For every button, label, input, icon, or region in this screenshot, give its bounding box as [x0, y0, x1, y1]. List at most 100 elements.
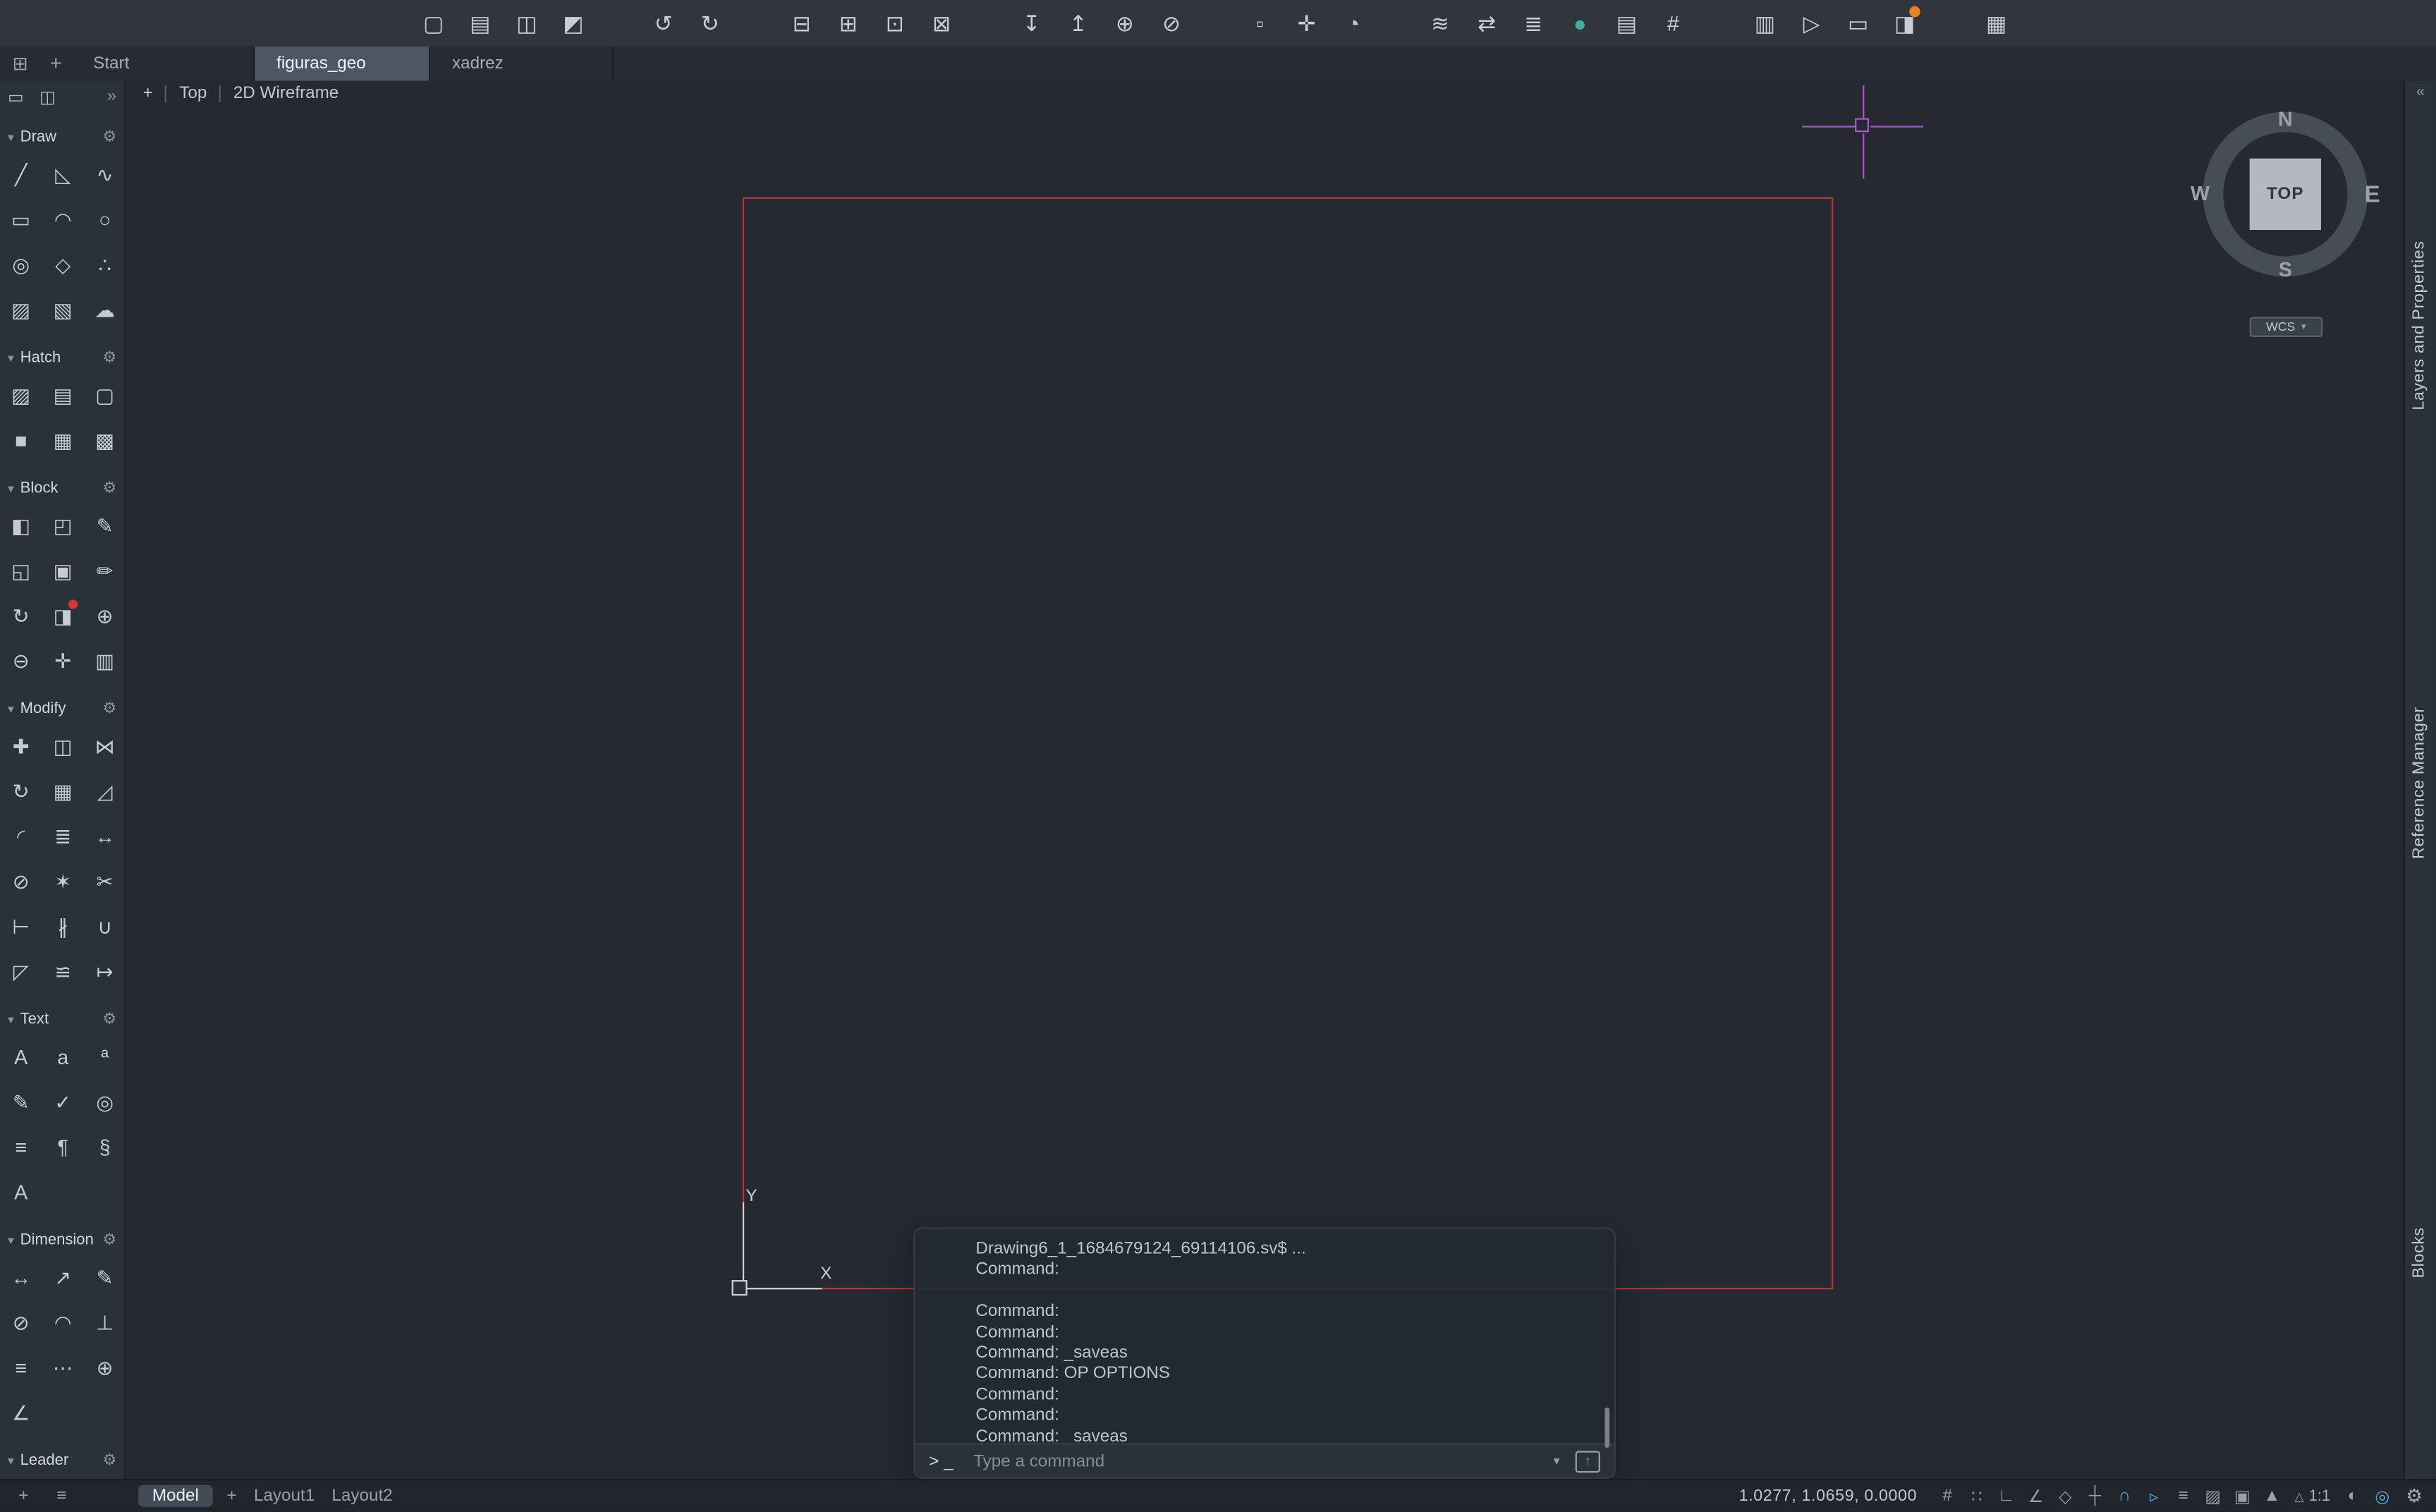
ortho-mode-icon[interactable]: ∟ [1992, 1487, 2021, 1505]
polygon-tool[interactable]: ◇ [42, 243, 83, 288]
circle-tool[interactable]: ○ [84, 197, 126, 243]
viewcube-west-label[interactable]: W [2191, 182, 2210, 205]
drawing-tab-figuras_geo[interactable]: figuras_geo [255, 47, 430, 80]
customization-gear-icon[interactable]: ⚙ [2397, 1485, 2431, 1507]
drawing-tab-Start[interactable]: Start [71, 47, 255, 80]
sync-attributes-tool[interactable]: ↻ [0, 593, 42, 638]
orbit-icon[interactable]: ◔ [1336, 0, 1370, 47]
annotation-visibility-icon[interactable]: ▲ [2258, 1487, 2287, 1505]
erase-tool[interactable]: ⊘ [0, 859, 42, 904]
write-block-tool[interactable]: ◱ [0, 549, 42, 594]
view-control[interactable]: Top [179, 84, 207, 102]
rotate-tool[interactable]: ↻ [0, 769, 42, 814]
section-gear-icon[interactable]: ⚙ [102, 1011, 116, 1028]
copy-properties-icon[interactable]: ⇄ [1470, 0, 1504, 47]
notifications-icon[interactable]: ◨ [1887, 0, 1921, 47]
block-editor-tool[interactable]: ✎ [84, 504, 126, 549]
gradient-tool[interactable]: ▧ [42, 288, 83, 333]
add-layout-button[interactable]: + [227, 1487, 237, 1505]
reference-palette-icon[interactable]: ▥ [1748, 0, 1782, 47]
dynamic-input-icon[interactable]: ▹ [2139, 1486, 2169, 1506]
solid-fill-tool[interactable]: ■ [0, 418, 42, 463]
linear-dimension-tool[interactable]: ↔ [0, 1255, 42, 1300]
save-as-icon[interactable]: ◩ [556, 0, 590, 47]
paragraph-tool[interactable]: ¶ [42, 1125, 83, 1170]
section-gear-icon[interactable]: ⚙ [102, 1452, 116, 1469]
viewcube-top-face[interactable]: TOP [2250, 159, 2321, 230]
viewcube-east-label[interactable]: E [2365, 182, 2380, 208]
command-line-palette[interactable]: Drawing6_1_1684679124_69114106.sv$ ...Co… [913, 1227, 1616, 1479]
mirror-tool[interactable]: ⋈ [84, 724, 126, 769]
section-header-draw[interactable]: ▾Draw⚙ [0, 121, 124, 152]
layout1-tab[interactable]: Layout1 [254, 1487, 315, 1505]
section-header-leader[interactable]: ▾Leader⚙ [0, 1445, 124, 1476]
new-drawing-tab-button[interactable]: + [40, 47, 71, 80]
object-snap-tracking-icon[interactable]: ┼ [2080, 1487, 2109, 1505]
hatch-boundary-tool[interactable]: ▢ [84, 373, 126, 418]
tab-reference-manager[interactable]: Reference Manager [2410, 707, 2428, 859]
collapse-triangle-icon[interactable]: ▾ [8, 1453, 14, 1468]
fillet-tool[interactable]: ◜ [0, 814, 42, 859]
arc-tool[interactable]: ◠ [42, 197, 83, 243]
import-icon[interactable]: ↧ [1014, 0, 1048, 47]
new-file-icon[interactable]: ▢ [416, 0, 450, 47]
ellipse-tool[interactable]: ◎ [0, 243, 42, 288]
collapse-panels-icon[interactable]: « [2405, 84, 2436, 101]
drawing-canvas[interactable]: + Top 2D Wireframe Y X N [126, 81, 2403, 1480]
command-history-scrollbar[interactable] [1604, 1408, 1609, 1448]
viewport-menu-button[interactable]: + [143, 84, 153, 102]
find-text-tool[interactable]: ◎ [84, 1080, 126, 1125]
text-style-tool[interactable]: ª [84, 1035, 126, 1080]
replace-block-tool[interactable]: ◨ [42, 593, 83, 638]
isolate-objects-icon[interactable]: ◎ [2368, 1486, 2397, 1506]
pattern-fill-tool[interactable]: ▦ [42, 418, 83, 463]
drawn-rectangle[interactable] [743, 197, 1833, 1290]
explode-tool[interactable]: ✶ [42, 859, 83, 904]
hatch-gradient-tool[interactable]: ▤ [42, 373, 83, 418]
tab-layers-and-properties[interactable]: Layers and Properties [2410, 240, 2428, 410]
section-header-text[interactable]: ▾Text⚙ [0, 1004, 124, 1035]
viewcube-south-label[interactable]: S [2203, 258, 2368, 281]
section-gear-icon[interactable]: ⚙ [102, 1231, 116, 1248]
undo-icon[interactable]: ↺ [646, 0, 680, 47]
render-sphere-icon[interactable]: ● [1563, 0, 1597, 47]
spline-tool[interactable]: ∿ [84, 152, 126, 197]
share-icon[interactable]: ▷ [1794, 0, 1828, 47]
drawing-tab-xadrez[interactable]: xadrez [430, 47, 614, 80]
command-input[interactable]: Type a command [973, 1452, 1554, 1470]
section-gear-icon[interactable]: ⚙ [102, 480, 116, 496]
tab-blocks[interactable]: Blocks [2410, 1227, 2428, 1278]
collapse-triangle-icon[interactable]: ▾ [8, 1012, 14, 1026]
scale-tool[interactable]: ◿ [84, 769, 126, 814]
palette-copy-icon[interactable]: ◫ [39, 86, 56, 106]
add-tool-set-icon[interactable]: + [18, 1487, 28, 1505]
break-tool[interactable]: ∦ [42, 904, 83, 949]
diameter-dimension-tool[interactable]: ⊘ [0, 1300, 42, 1346]
content-palette-icon[interactable]: ▦ [1979, 0, 2013, 47]
save-icon[interactable]: ◫ [510, 0, 544, 47]
join-tool[interactable]: ∪ [84, 904, 126, 949]
viewcube[interactable]: N W E S TOP [2203, 112, 2368, 276]
lengthen-tool[interactable]: ↦ [84, 949, 126, 994]
multiline-text-tool[interactable]: A [0, 1035, 42, 1080]
aligned-dimension-tool[interactable]: ↗ [42, 1255, 83, 1300]
polyline-tool[interactable]: ◺ [42, 152, 83, 197]
export-icon[interactable]: ↥ [1061, 0, 1095, 47]
object-snap-icon[interactable]: ∩ [2109, 1487, 2139, 1505]
hatch-pattern-tool[interactable]: ▨ [0, 373, 42, 418]
print-preview-icon[interactable]: ⊞ [831, 0, 865, 47]
layout2-tab[interactable]: Layout2 [331, 1487, 392, 1505]
snap-mode-icon[interactable]: ∷ [1962, 1486, 1992, 1506]
ordinate-dimension-tool[interactable]: ⊥ [84, 1300, 126, 1346]
command-options-icon[interactable]: ↑ [1576, 1450, 1600, 1472]
selection-cycling-icon[interactable]: ▣ [2228, 1486, 2258, 1506]
attach-xref-tool[interactable]: ⊕ [84, 593, 126, 638]
lineweight-icon[interactable]: ≡ [2169, 1487, 2198, 1505]
extend-tool[interactable]: ⊢ [0, 904, 42, 949]
hardware-acceleration-icon[interactable]: ◐ [2338, 1487, 2368, 1505]
attach-reference-icon[interactable]: ⊕ [1108, 0, 1142, 47]
palette-overflow-icon[interactable]: » [107, 87, 116, 105]
feedback-icon[interactable]: ▭ [1841, 0, 1875, 47]
spell-check-tool[interactable]: ✓ [42, 1080, 83, 1125]
align-tool[interactable]: ≌ [42, 949, 83, 994]
